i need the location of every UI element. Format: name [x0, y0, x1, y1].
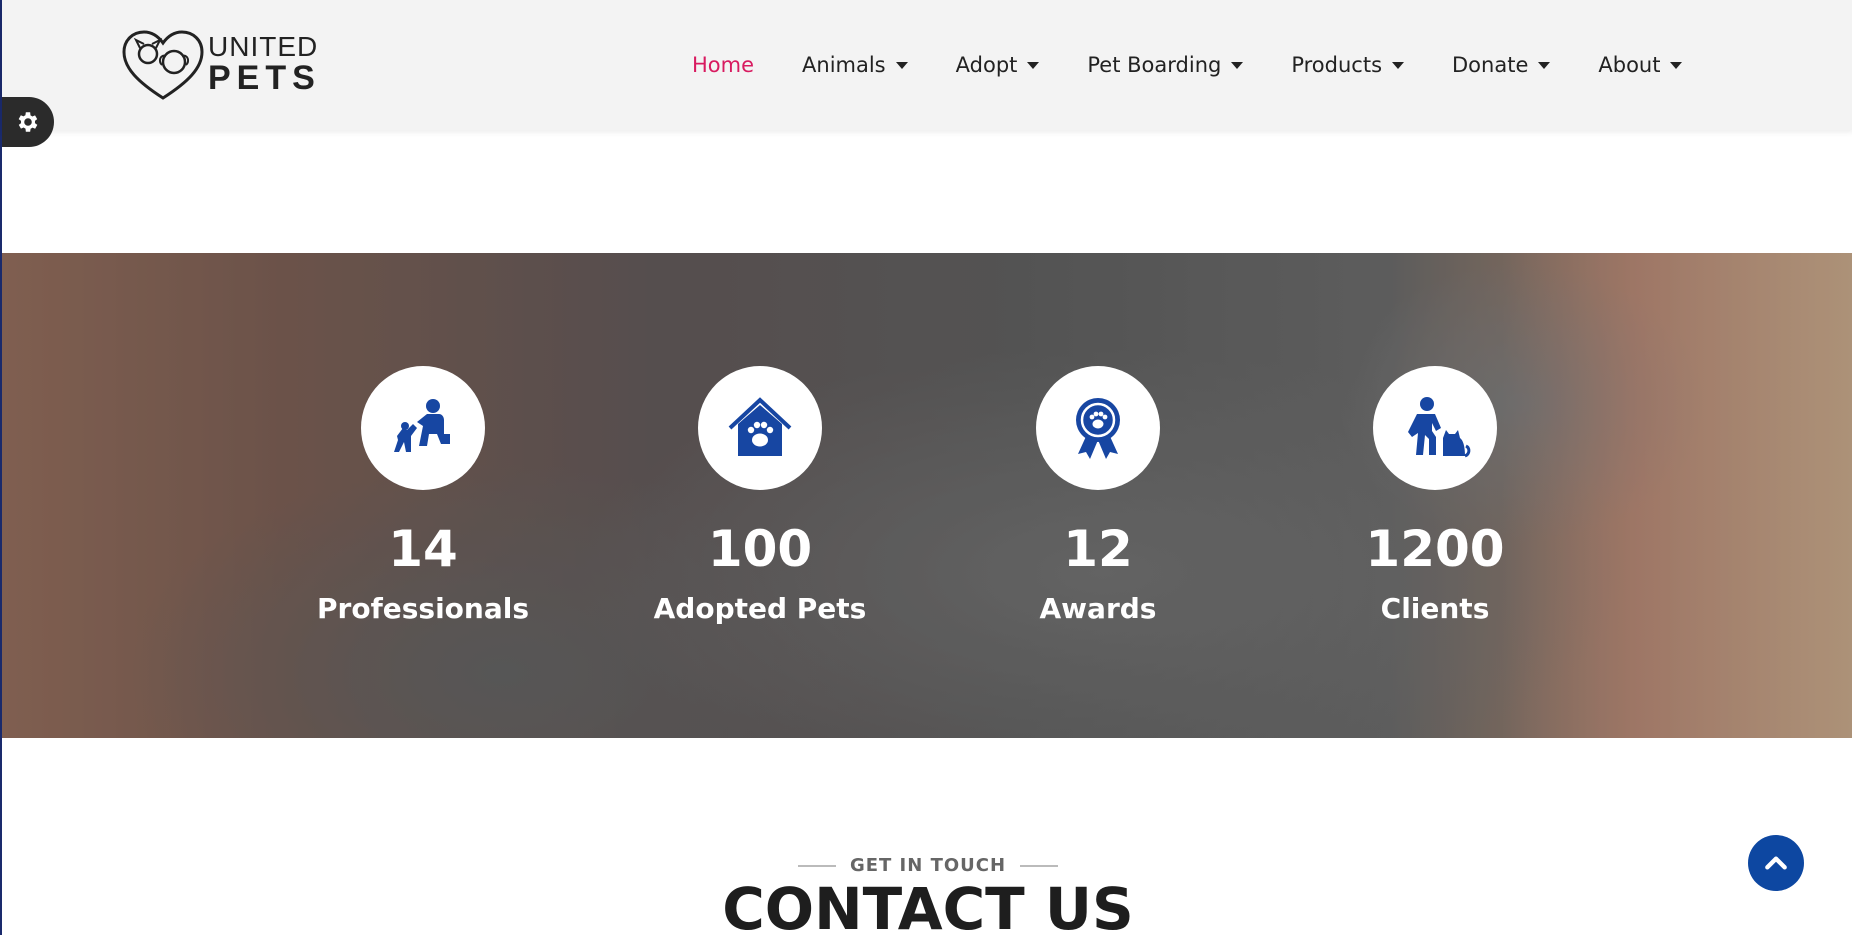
nav-home[interactable]: Home	[692, 39, 761, 99]
stat-icon-circle	[1373, 366, 1497, 490]
logo-mark-icon	[122, 30, 204, 100]
chevron-down-icon	[1392, 61, 1405, 69]
site-header: UNITED PETS Home Animals Adopt Pet Board…	[2, 0, 1852, 130]
logo-text-united: UNITED	[208, 31, 319, 62]
stat-value: 100	[707, 520, 813, 578]
scroll-to-top-button[interactable]	[1748, 835, 1804, 891]
nav-products[interactable]: Products	[1291, 53, 1405, 77]
contact-title: CONTACT US	[722, 875, 1134, 943]
nav-animals[interactable]: Animals	[802, 53, 908, 77]
stat-value: 1200	[1365, 520, 1505, 578]
settings-toggle-button[interactable]	[2, 97, 54, 147]
chevron-down-icon	[895, 61, 908, 69]
nav-adopt[interactable]: Adopt	[956, 53, 1040, 77]
logo-text-pets: PETS	[208, 59, 321, 97]
stat-adopted-pets: 100 Adopted Pets	[610, 253, 910, 625]
stat-label: Awards	[1039, 592, 1157, 625]
gear-icon	[18, 112, 38, 132]
contact-eyebrow: GET IN TOUCH	[2, 855, 1852, 876]
nav-products-label: Products	[1291, 53, 1383, 77]
stat-icon-circle	[698, 366, 822, 490]
stats-banner: 14 Professionals 100 Adopted Pets 12 Awa…	[2, 253, 1852, 738]
nav-adopt-label: Adopt	[955, 53, 1018, 77]
stat-label: Adopted Pets	[653, 592, 867, 625]
chevron-down-icon	[1231, 61, 1244, 69]
nav-donate[interactable]: Donate	[1452, 53, 1551, 77]
stat-icon-circle	[1036, 366, 1160, 490]
chevron-up-icon	[1765, 856, 1787, 870]
main-nav: Home Animals Adopt Pet Boarding Products…	[692, 0, 1730, 130]
stat-value: 14	[388, 520, 458, 578]
stat-label: Clients	[1380, 592, 1490, 625]
stat-awards: 12 Awards	[948, 253, 1248, 625]
stat-icon-circle	[361, 366, 485, 490]
site-logo[interactable]: UNITED PETS	[118, 24, 338, 104]
trainer-dog-icon	[394, 399, 450, 452]
contact-eyebrow-text: GET IN TOUCH	[849, 855, 1007, 876]
chevron-down-icon	[1538, 61, 1551, 69]
nav-about-label: About	[1598, 53, 1661, 77]
nav-pet-boarding[interactable]: Pet Boarding	[1087, 53, 1244, 77]
chevron-down-icon	[1027, 61, 1040, 69]
nav-donate-label: Donate	[1452, 53, 1529, 77]
stat-value: 12	[1063, 520, 1133, 578]
stat-clients: 1200 Clients	[1285, 253, 1585, 625]
nav-pet-boarding-label: Pet Boarding	[1087, 53, 1222, 77]
chevron-down-icon	[1670, 61, 1683, 69]
award-ribbon-icon	[1076, 398, 1120, 459]
stat-label: Professionals	[317, 592, 529, 625]
nav-about[interactable]: About	[1598, 53, 1683, 77]
person-cat-icon	[1408, 397, 1471, 458]
divider-line	[1020, 865, 1059, 867]
pet-house-paw-icon	[728, 397, 792, 456]
divider-line	[797, 865, 836, 867]
stat-professionals: 14 Professionals	[273, 253, 573, 625]
nav-home-label: Home	[692, 53, 755, 77]
nav-animals-label: Animals	[802, 53, 886, 77]
